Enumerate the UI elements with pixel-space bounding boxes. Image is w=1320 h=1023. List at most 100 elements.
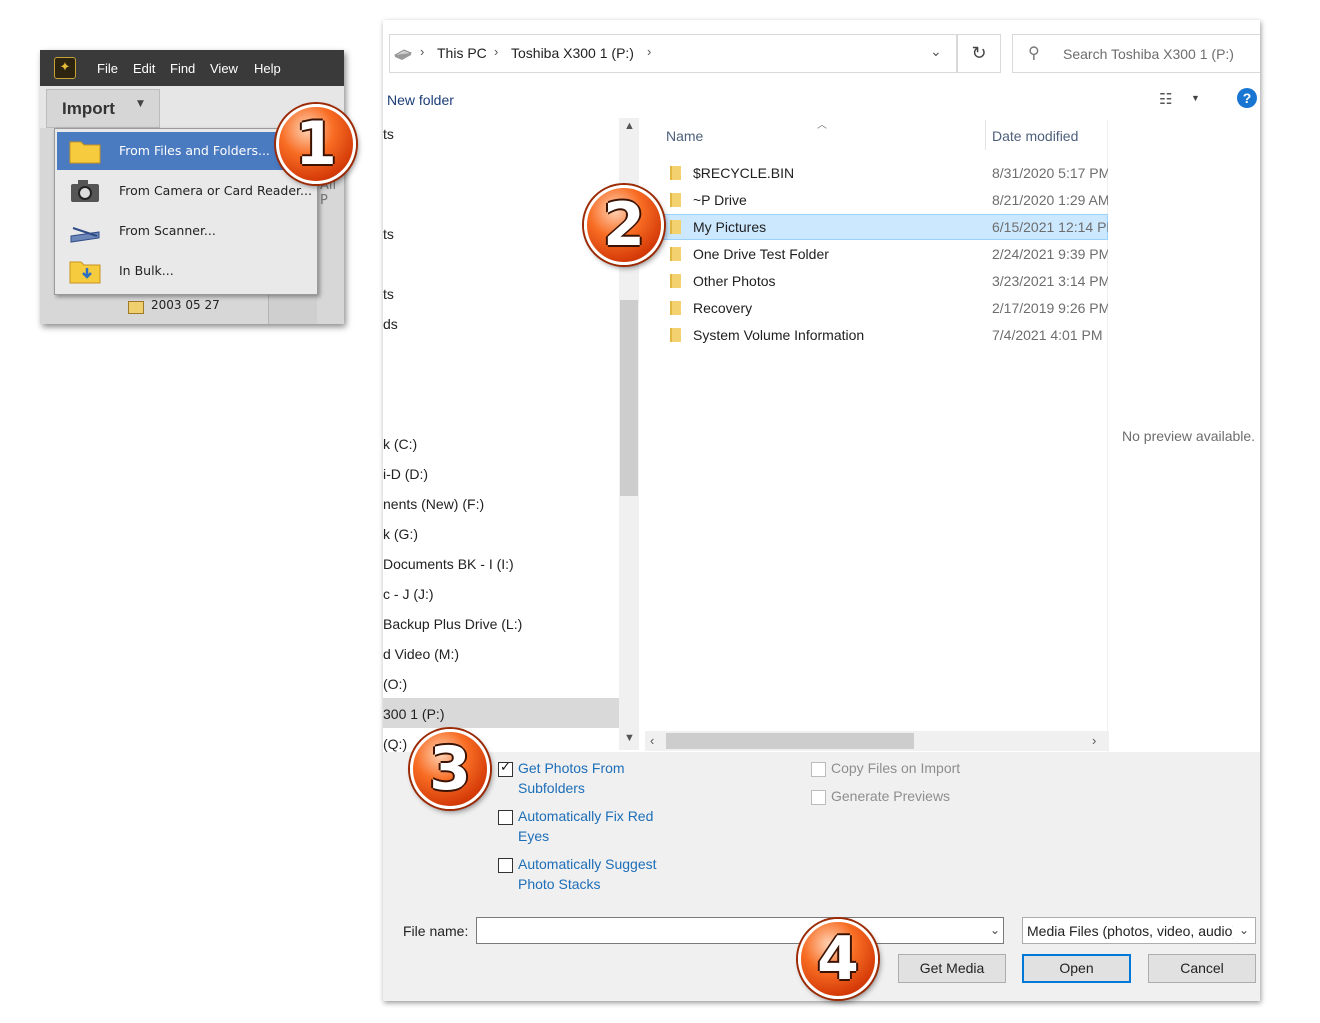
folder-image-icon (128, 301, 144, 314)
horizontal-scrollbar-thumb[interactable] (666, 733, 914, 749)
file-row[interactable]: One Drive Test Folder 2/24/2021 9:39 PM (662, 241, 1108, 267)
scroll-down-icon[interactable]: ▼ (624, 732, 635, 744)
nav-item-drive-q[interactable]: (Q:) (383, 736, 407, 752)
view-options-icon[interactable]: ☷ (1159, 90, 1172, 108)
suggest-stacks-label[interactable]: Automatically Suggest Photo Stacks (518, 854, 688, 894)
nav-item-drive-c[interactable]: k (C:) (383, 436, 417, 452)
file-type-select[interactable]: Media Files (photos, video, audio) ⌄ (1022, 917, 1256, 944)
menu-item-from-camera[interactable]: From Camera or Card Reader... (57, 172, 315, 210)
folder-tree-item[interactable]: 2003 05 27 (151, 298, 220, 312)
help-icon[interactable]: ? (1237, 88, 1257, 108)
breadcrumb-drive[interactable]: Toshiba X300 1 (P:) (511, 45, 634, 61)
menu-item-label: From Files and Folders... (119, 143, 270, 158)
file-row[interactable]: Other Photos 3/23/2021 3:14 PM (662, 268, 1108, 294)
folder-icon (670, 220, 681, 234)
nav-item[interactable]: ts (383, 286, 394, 302)
file-name-input[interactable] (476, 917, 1004, 944)
menu-item-label: From Camera or Card Reader... (119, 183, 312, 198)
chevron-right-icon: › (647, 44, 652, 59)
folder-icon (670, 193, 681, 207)
scanner-icon (69, 218, 101, 244)
menu-file[interactable]: File (97, 61, 118, 76)
file-name: ~P Drive (693, 192, 747, 208)
refresh-button[interactable]: ↻ (957, 34, 1001, 73)
search-icon: ⚲ (1028, 45, 1040, 62)
file-row[interactable]: $RECYCLE.BIN 8/31/2020 5:17 PM (662, 160, 1108, 186)
chevron-right-icon: › (420, 44, 425, 59)
nav-item-drive-m[interactable]: d Video (M:) (383, 646, 459, 662)
get-media-button[interactable]: Get Media (898, 954, 1006, 983)
open-button[interactable]: Open (1022, 954, 1131, 983)
chevron-down-icon[interactable]: ▼ (1191, 93, 1200, 103)
nav-item-drive-o[interactable]: (O:) (383, 676, 407, 692)
scroll-left-icon[interactable]: ‹ (650, 733, 654, 748)
generate-previews-label: Generate Previews (831, 788, 951, 804)
menu-bar: ✦ File Edit Find View Help (40, 50, 344, 86)
chevron-down-icon[interactable]: ⌄ (930, 43, 942, 60)
menu-item-label: From Scanner... (119, 223, 216, 238)
nav-item-drive-g[interactable]: k (G:) (383, 526, 418, 542)
file-date: 2/17/2019 9:26 PM (992, 300, 1108, 316)
menu-item-label: In Bulk... (119, 263, 174, 278)
column-header-name[interactable]: Name (666, 128, 703, 144)
nav-scrollbar-thumb[interactable] (620, 300, 638, 496)
drive-icon (393, 47, 413, 65)
menu-item-from-scanner[interactable]: From Scanner... (57, 212, 315, 250)
column-divider[interactable] (985, 120, 986, 150)
get-subfolders-label[interactable]: Get Photos From Subfolders (518, 758, 648, 798)
step-badge-1: 1 (276, 104, 356, 184)
nav-item-drive-j[interactable]: c - J (J:) (383, 586, 434, 602)
file-row[interactable]: Recovery 2/17/2019 9:26 PM (662, 295, 1108, 321)
file-date: 2/24/2021 9:39 PM (992, 246, 1108, 262)
menu-help[interactable]: Help (254, 61, 281, 76)
fix-red-eyes-checkbox[interactable] (498, 810, 513, 825)
file-name-label: File name: (403, 923, 469, 939)
file-row[interactable]: ~P Drive 8/21/2020 1:29 AM (662, 187, 1108, 213)
chevron-down-icon[interactable]: ⌄ (990, 923, 1000, 937)
file-type-value: Media Files (photos, video, audio) (1027, 923, 1233, 939)
file-name: My Pictures (693, 219, 767, 235)
file-name: Recovery (693, 300, 753, 316)
file-row[interactable]: System Volume Information 7/4/2021 4:01 … (662, 322, 1108, 348)
menu-edit[interactable]: Edit (133, 61, 155, 76)
no-preview-text: No preview available. (1122, 428, 1256, 444)
file-row-selected[interactable]: My Pictures 6/15/2021 12:14 PM (662, 214, 1108, 240)
menu-view[interactable]: View (210, 61, 238, 76)
file-date: 8/31/2020 5:17 PM (992, 165, 1108, 181)
nav-item[interactable]: ts (383, 226, 394, 242)
nav-item-drive-d[interactable]: i-D (D:) (383, 466, 428, 482)
elements-logo-icon: ✦ (54, 57, 76, 79)
file-name: Other Photos (693, 273, 776, 289)
chevron-down-icon: ▼ (137, 99, 144, 109)
file-date: 3/23/2021 3:14 PM (992, 273, 1108, 289)
search-input[interactable]: Search Toshiba X300 1 (P:) (1063, 46, 1234, 62)
file-name: System Volume Information (693, 327, 865, 343)
import-label: Import (62, 99, 115, 118)
nav-item[interactable]: ds (383, 316, 398, 332)
import-button[interactable]: Import ▼ (46, 89, 160, 128)
nav-item-drive-f[interactable]: nents (New) (F:) (383, 496, 484, 512)
cancel-button[interactable]: Cancel (1148, 954, 1256, 983)
get-subfolders-checkbox[interactable] (498, 760, 513, 777)
fix-red-eyes-label[interactable]: Automatically Fix Red Eyes (518, 806, 678, 846)
step-badge-3: 3 (410, 729, 490, 809)
menu-find[interactable]: Find (170, 61, 195, 76)
address-bar[interactable]: › This PC › Toshiba X300 1 (P:) › ⌄ (389, 34, 957, 73)
breadcrumb-this-pc[interactable]: This PC (437, 45, 487, 61)
nav-item[interactable]: ts (383, 126, 394, 142)
elements-app-window: ✦ File Edit Find View Help All P 2003 05… (40, 50, 344, 324)
scroll-up-icon[interactable]: ▲ (624, 120, 635, 132)
folder-icon (69, 138, 101, 164)
nav-item-drive-l[interactable]: Backup Plus Drive (L:) (383, 616, 522, 632)
nav-item-drive-i[interactable]: Documents BK - I (I:) (383, 556, 514, 572)
menu-item-in-bulk[interactable]: In Bulk... (57, 252, 315, 290)
new-folder-button[interactable]: New folder (387, 92, 454, 108)
file-date: 7/4/2021 4:01 PM (992, 327, 1103, 343)
suggest-stacks-checkbox[interactable] (498, 858, 513, 873)
column-header-date[interactable]: Date modified (992, 128, 1078, 144)
nav-item-drive-p[interactable]: 300 1 (P:) (383, 706, 444, 722)
scroll-right-icon[interactable]: › (1092, 733, 1096, 748)
folder-download-icon (69, 258, 101, 284)
search-box[interactable]: ⚲ Search Toshiba X300 1 (P:) (1012, 34, 1260, 73)
folder-icon (670, 166, 681, 180)
